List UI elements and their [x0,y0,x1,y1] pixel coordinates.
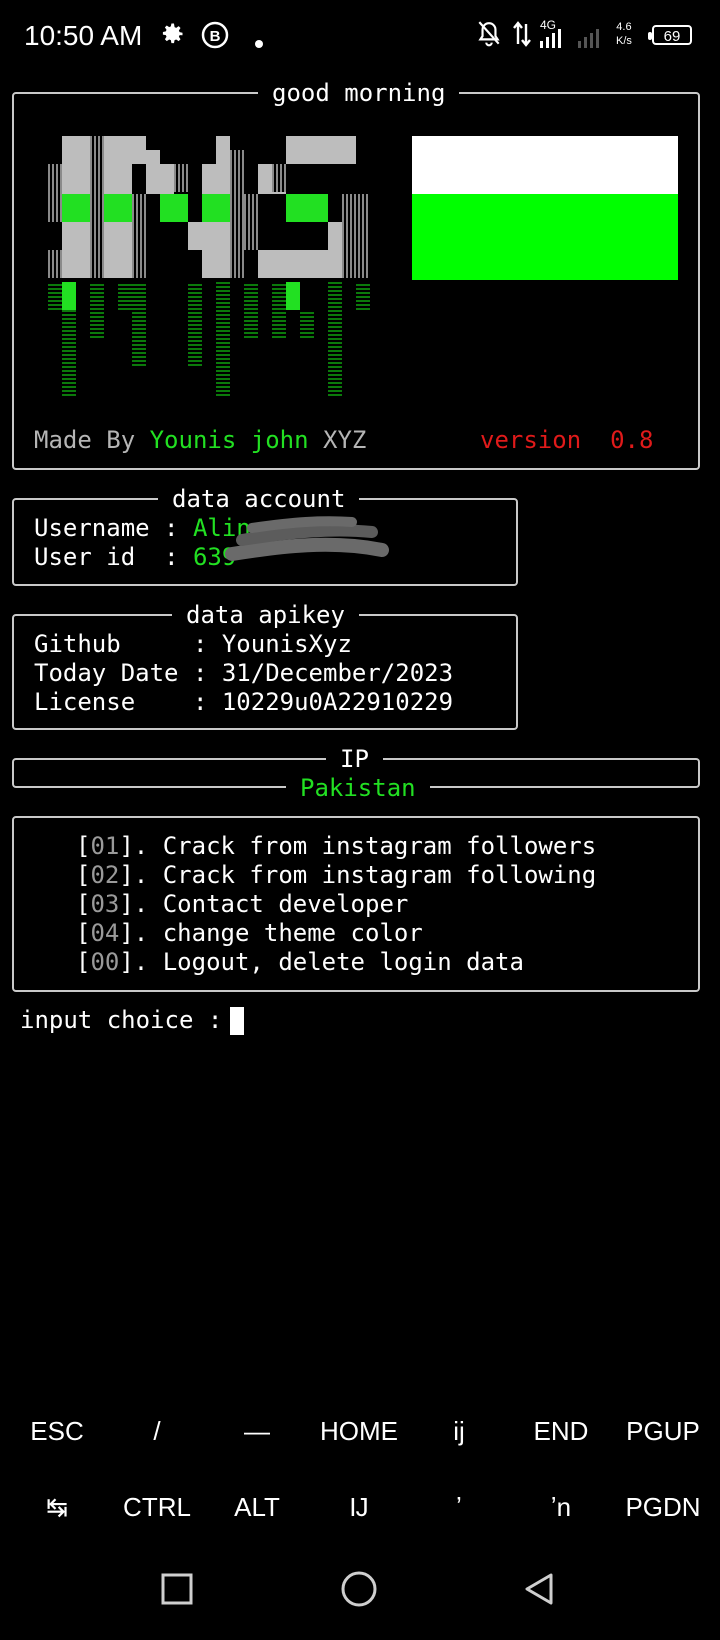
recents-square-icon[interactable] [160,1572,194,1606]
menu-item[interactable]: [04]. change theme color [76,919,423,948]
net-speed: 4.6 K/s [616,21,632,47]
greeting-title: good morning [258,78,460,108]
key-n-apostrophe[interactable]: ʼn [510,1492,612,1523]
key-ij[interactable]: ij [408,1416,510,1447]
menu-item[interactable]: [02]. Crack from instagram following [76,861,596,890]
key-tab[interactable]: ↹ [6,1492,108,1523]
key-esc[interactable]: ESC [6,1416,108,1447]
key-alt[interactable]: ALT [206,1492,308,1523]
apikey-title: data apikey [172,600,359,630]
status-time: 10:50 AM [24,20,143,51]
license-row: License : 10229u0A22910229 [34,688,454,716]
menu-item[interactable]: [00]. Logout, delete login data [76,948,524,977]
status-bar: 10:50 AM B 4G 4.6 K/s 69 [0,0,720,72]
terminal-cursor[interactable] [230,1007,244,1035]
key-slash[interactable]: / [106,1416,208,1447]
key-pgdn[interactable]: PGDN [612,1492,714,1523]
bell-off-icon [476,20,502,55]
key-dash[interactable]: — [206,1416,308,1447]
flag-green-band [412,194,678,280]
version-line: version 0.8 [480,426,654,454]
ip-country: Pakistan [286,774,430,803]
dot-icon [254,26,264,56]
key-ctrl[interactable]: CTRL [106,1492,208,1523]
svg-text:B: B [210,28,221,45]
key-pgup[interactable]: PGUP [612,1416,714,1447]
github-row: Github : YounisXyz [34,630,352,658]
date-row: Today Date : 31/December/2023 [34,659,454,687]
input-prompt: input choice : [20,1006,223,1034]
key-ij-upper[interactable]: Ĳ [308,1492,410,1523]
key-end[interactable]: END [510,1416,612,1447]
home-circle-icon[interactable] [340,1570,378,1608]
back-triangle-icon[interactable] [522,1572,556,1606]
b-circle-icon: B [200,20,230,57]
userid-row: User id : 639 [34,543,237,571]
signal-4g-icon [540,26,561,48]
credits-line: Made By Younis john XYZ [34,426,367,454]
gear-icon [158,20,186,55]
data-arrows-icon [512,20,532,55]
ip-title: IP [326,744,383,774]
menu-item[interactable]: [03]. Contact developer [76,890,408,919]
flag-white-band [412,136,678,194]
battery-indicator: 69 [648,25,692,45]
key-apostrophe[interactable]: ʼ [408,1492,510,1523]
redaction-scribble [225,516,389,561]
key-home[interactable]: HOME [308,1416,410,1447]
signal-icon [578,26,599,48]
menu-item[interactable]: [01]. Crack from instagram followers [76,832,596,861]
